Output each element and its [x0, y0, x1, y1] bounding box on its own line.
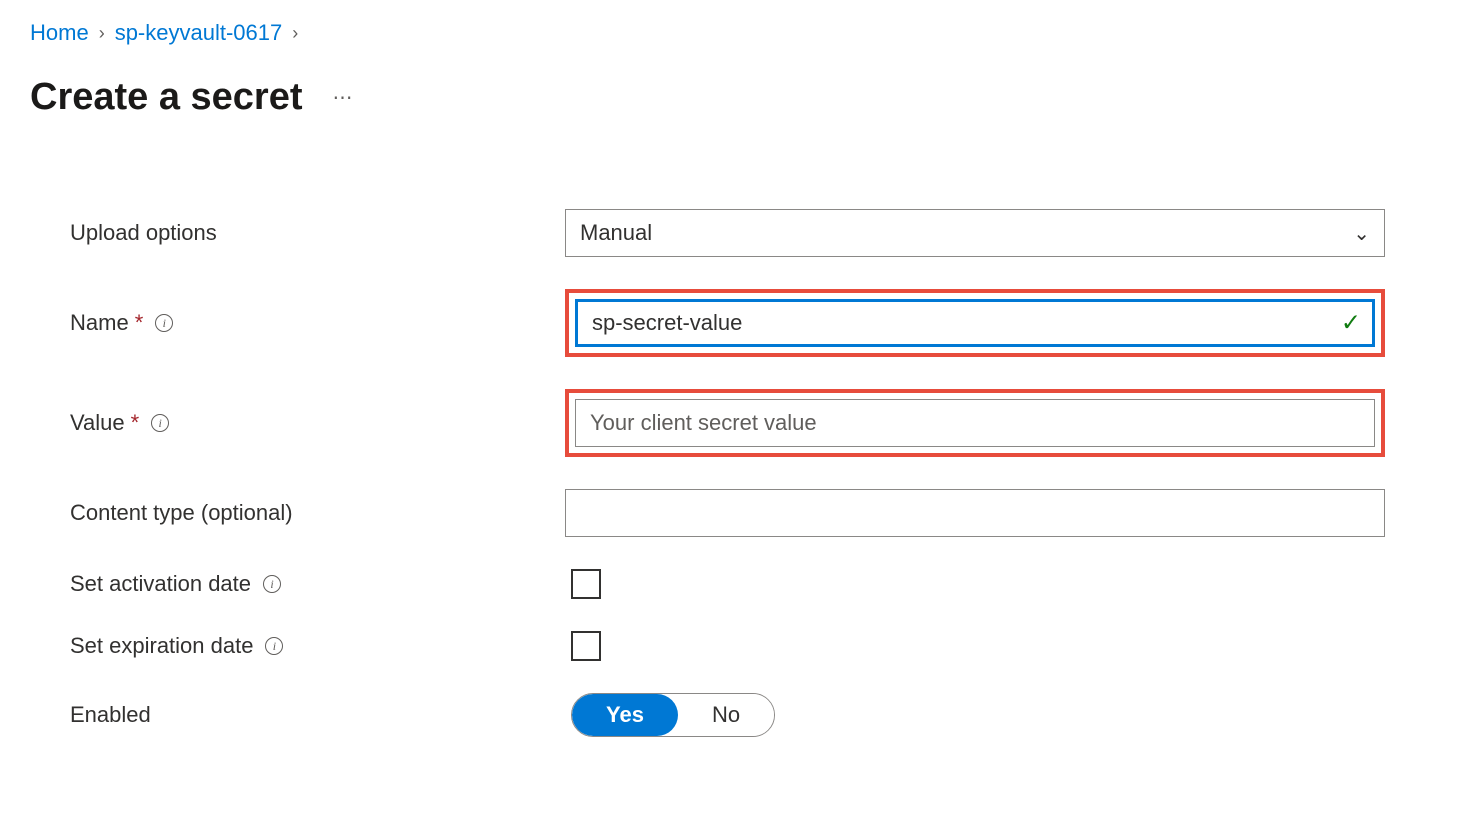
upload-options-label: Upload options: [70, 220, 565, 246]
required-icon: *: [131, 410, 140, 436]
info-icon[interactable]: i: [151, 414, 169, 432]
info-icon[interactable]: i: [265, 637, 283, 655]
content-type-input[interactable]: [565, 489, 1385, 537]
chevron-down-icon: ⌄: [1353, 221, 1370, 246]
expiration-date-checkbox[interactable]: [571, 631, 601, 661]
value-label: Value * i: [70, 410, 565, 436]
create-secret-form: Upload options Manual ⌄ Name * i ✓ Value…: [30, 209, 1434, 737]
content-type-label: Content type (optional): [70, 500, 565, 526]
breadcrumb-home[interactable]: Home: [30, 20, 89, 46]
check-icon: ✓: [1341, 309, 1361, 338]
required-icon: *: [135, 310, 144, 336]
name-label: Name * i: [70, 310, 565, 336]
upload-options-value: Manual: [580, 220, 652, 246]
more-icon[interactable]: ⋯: [333, 85, 355, 110]
info-icon[interactable]: i: [155, 314, 173, 332]
info-icon[interactable]: i: [263, 575, 281, 593]
value-input[interactable]: [575, 399, 1375, 447]
enabled-label: Enabled: [70, 702, 565, 728]
breadcrumb-vault[interactable]: sp-keyvault-0617: [115, 20, 283, 46]
chevron-right-icon: ›: [292, 23, 298, 44]
enabled-toggle: Yes No: [571, 693, 775, 737]
chevron-right-icon: ›: [99, 23, 105, 44]
name-input[interactable]: [575, 299, 1375, 347]
page-title: Create a secret: [30, 76, 303, 119]
enabled-yes[interactable]: Yes: [572, 694, 678, 736]
breadcrumb: Home › sp-keyvault-0617 ›: [30, 20, 1434, 46]
activation-date-checkbox[interactable]: [571, 569, 601, 599]
activation-date-label: Set activation date i: [70, 571, 565, 597]
upload-options-select[interactable]: Manual ⌄: [565, 209, 1385, 257]
expiration-date-label: Set expiration date i: [70, 633, 565, 659]
enabled-no[interactable]: No: [678, 694, 774, 736]
